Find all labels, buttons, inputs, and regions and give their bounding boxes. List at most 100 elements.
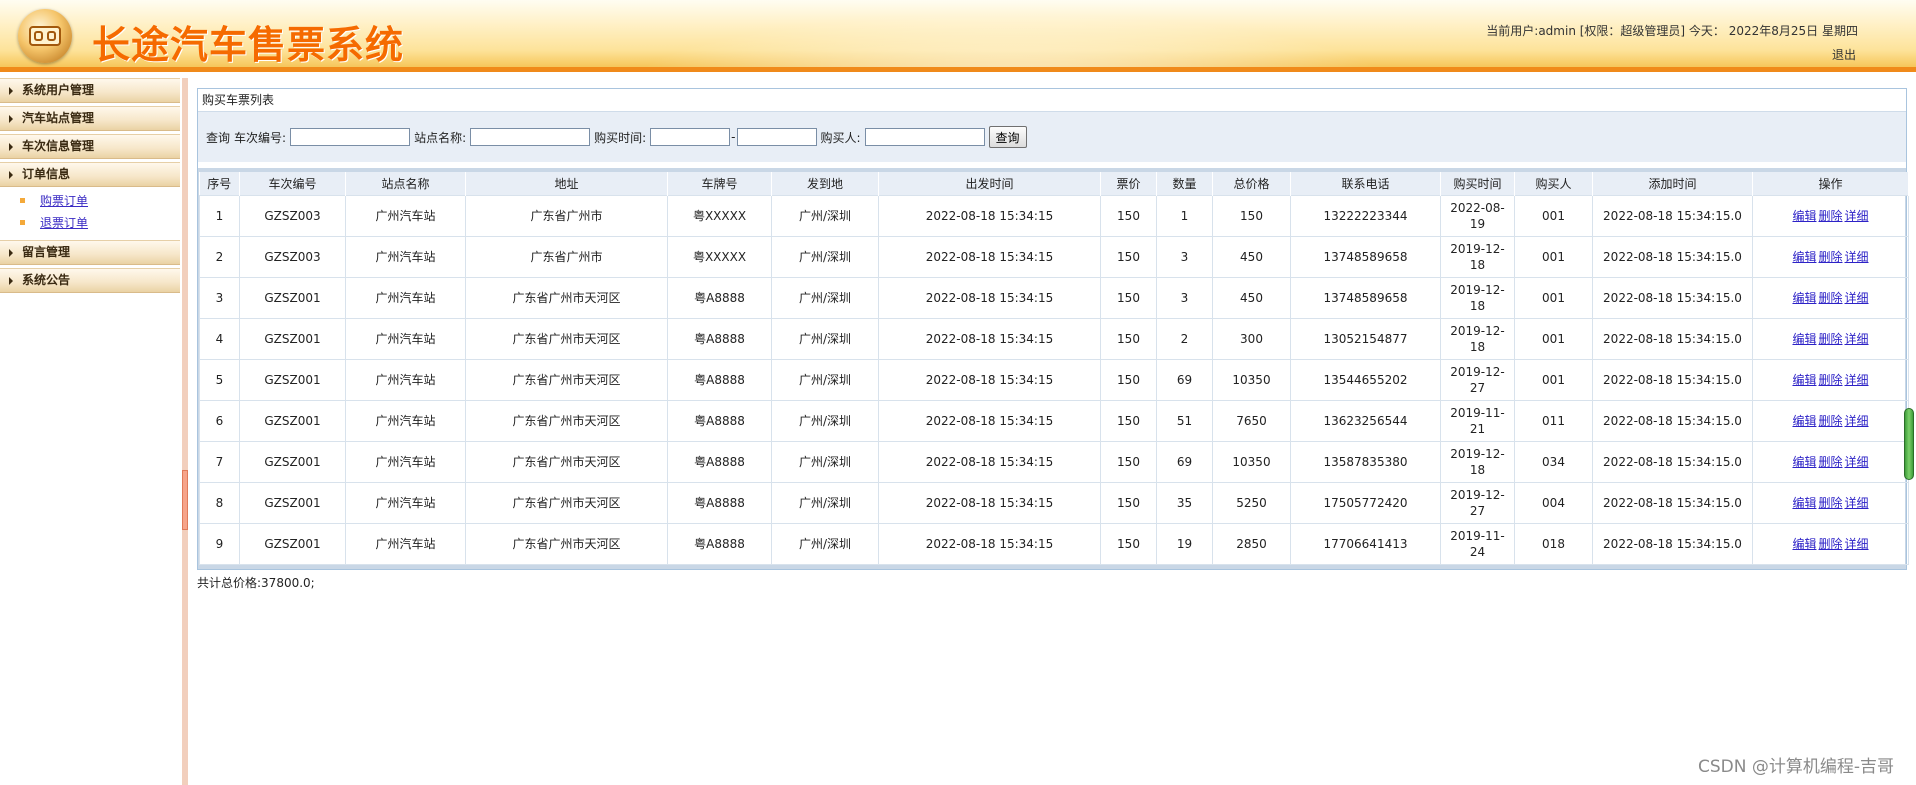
edit-link[interactable]: 编辑 <box>1792 537 1816 551</box>
table-cell: 51 <box>1156 400 1213 442</box>
detail-link[interactable]: 详细 <box>1845 332 1869 346</box>
table-cell: 2022-08-18 15:34:15.0 <box>1592 482 1753 524</box>
table-cell: 广东省广州市天河区 <box>465 523 668 565</box>
table-cell: 广州/深圳 <box>771 277 879 319</box>
search-prefix-label: 查询 <box>206 130 231 145</box>
edit-link[interactable]: 编辑 <box>1792 496 1816 510</box>
delete-link[interactable]: 删除 <box>1818 496 1842 510</box>
table-cell: 5 <box>199 359 240 401</box>
purchase-orders-link[interactable]: 购票订单 <box>40 194 88 208</box>
table-cell: 2019-12-27 <box>1440 359 1515 401</box>
table-cell: 2022-08-18 15:34:15.0 <box>1592 441 1753 483</box>
table-cell: 150 <box>1100 359 1157 401</box>
table-cell: 13052154877 <box>1290 318 1441 360</box>
buy-time-start-input[interactable] <box>650 128 731 146</box>
detail-link[interactable]: 详细 <box>1845 373 1869 387</box>
row-actions: 编辑 删除 详细 <box>1752 195 1909 237</box>
sidebar-item-messages[interactable]: 留言管理 <box>0 240 180 265</box>
caret-right-icon <box>9 143 13 151</box>
table-cell: 2022-08-18 15:34:15 <box>878 523 1101 565</box>
table-cell: 13544655202 <box>1290 359 1441 401</box>
table-cell: 150 <box>1100 195 1157 237</box>
table-cell: 广州/深圳 <box>771 523 879 565</box>
table-cell: 150 <box>1100 236 1157 278</box>
scroll-handle[interactable] <box>1904 408 1914 480</box>
edit-link[interactable]: 编辑 <box>1792 455 1816 469</box>
search-button[interactable]: 查询 <box>988 126 1027 148</box>
delete-link[interactable]: 删除 <box>1818 332 1842 346</box>
table-cell: GZSZ003 <box>239 195 346 237</box>
refund-orders-link[interactable]: 退票订单 <box>40 216 88 230</box>
detail-link[interactable]: 详细 <box>1845 496 1869 510</box>
edit-link[interactable]: 编辑 <box>1792 209 1816 223</box>
delete-link[interactable]: 删除 <box>1818 250 1842 264</box>
table-cell: 2019-11-21 <box>1440 400 1515 442</box>
table-cell: 17505772420 <box>1290 482 1441 524</box>
table-cell: 2022-08-18 15:34:15.0 <box>1592 400 1753 442</box>
row-actions: 编辑 删除 详细 <box>1752 277 1909 319</box>
sidebar-item-stations[interactable]: 汽车站点管理 <box>0 106 180 131</box>
caret-right-icon <box>9 115 13 123</box>
train-no-input[interactable] <box>290 128 411 146</box>
table-cell: 7 <box>199 441 240 483</box>
column-header: 数量 <box>1156 172 1213 196</box>
sidebar-item-trains[interactable]: 车次信息管理 <box>0 134 180 159</box>
detail-link[interactable]: 详细 <box>1845 537 1869 551</box>
detail-link[interactable]: 详细 <box>1845 414 1869 428</box>
table-cell: 广州/深圳 <box>771 359 879 401</box>
table-cell: 150 <box>1100 318 1157 360</box>
sidebar-item-system-users[interactable]: 系统用户管理 <box>0 78 180 103</box>
row-actions: 编辑 删除 详细 <box>1752 400 1909 442</box>
sidebar-splitter[interactable] <box>182 78 188 785</box>
delete-link[interactable]: 删除 <box>1818 373 1842 387</box>
table-cell: 17706641413 <box>1290 523 1441 565</box>
table-cell: 5250 <box>1212 482 1291 524</box>
sidebar-item-orders[interactable]: 订单信息 <box>0 162 180 187</box>
collapse-sidebar-handle[interactable] <box>182 470 188 530</box>
table-cell: 广州/深圳 <box>771 236 879 278</box>
table-cell: 广州汽车站 <box>345 482 466 524</box>
panel-title: 购买车票列表 <box>198 89 1906 112</box>
table-cell: 001 <box>1514 359 1593 401</box>
table-cell: 001 <box>1514 277 1593 319</box>
edit-link[interactable]: 编辑 <box>1792 291 1816 305</box>
table-cell: 粤XXXXX <box>667 195 772 237</box>
table-cell: 300 <box>1212 318 1291 360</box>
delete-link[interactable]: 删除 <box>1818 414 1842 428</box>
table-cell: 粤A8888 <box>667 277 772 319</box>
table-cell: 001 <box>1514 236 1593 278</box>
table-cell: 69 <box>1156 441 1213 483</box>
delete-link[interactable]: 删除 <box>1818 209 1842 223</box>
edit-link[interactable]: 编辑 <box>1792 414 1816 428</box>
table-cell: 2022-08-18 15:34:15.0 <box>1592 523 1753 565</box>
logout-link[interactable]: 退出 <box>1832 46 1856 63</box>
current-user-info: 当前用户:admin [权限：超级管理员] 今天： 2022年8月25日 星期四 <box>1486 24 1858 38</box>
watermark: CSDN @计算机编程-吉哥 <box>1697 757 1894 777</box>
table-cell: 2019-12-27 <box>1440 482 1515 524</box>
table-cell: 广州汽车站 <box>345 400 466 442</box>
station-name-input[interactable] <box>470 128 591 146</box>
delete-link[interactable]: 删除 <box>1818 455 1842 469</box>
edit-link[interactable]: 编辑 <box>1792 373 1816 387</box>
table-cell: 2022-08-18 15:34:15 <box>878 482 1101 524</box>
edit-link[interactable]: 编辑 <box>1792 250 1816 264</box>
table-cell: 2022-08-18 15:34:15.0 <box>1592 359 1753 401</box>
column-header: 添加时间 <box>1592 172 1753 196</box>
buyer-input[interactable] <box>864 128 985 146</box>
detail-link[interactable]: 详细 <box>1845 250 1869 264</box>
table-row: 6 GZSZ001 广州汽车站 广东省广州市天河区 粤A8888 广州/深圳 2022-08… <box>199 400 1909 442</box>
detail-link[interactable]: 详细 <box>1845 209 1869 223</box>
table-cell: 2022-08-18 15:34:15 <box>878 236 1101 278</box>
detail-link[interactable]: 详细 <box>1845 455 1869 469</box>
edit-link[interactable]: 编辑 <box>1792 332 1816 346</box>
table-cell: 2019-12-18 <box>1440 277 1515 319</box>
sidebar-item-announcements[interactable]: 系统公告 <box>0 268 180 293</box>
table-cell: 广东省广州市天河区 <box>465 277 668 319</box>
row-actions: 编辑 删除 详细 <box>1752 318 1909 360</box>
delete-link[interactable]: 删除 <box>1818 291 1842 305</box>
column-header: 发到地 <box>771 172 879 196</box>
detail-link[interactable]: 详细 <box>1845 291 1869 305</box>
delete-link[interactable]: 删除 <box>1818 537 1842 551</box>
table-cell: 广东省广州市天河区 <box>465 400 668 442</box>
buy-time-end-input[interactable] <box>736 128 817 146</box>
